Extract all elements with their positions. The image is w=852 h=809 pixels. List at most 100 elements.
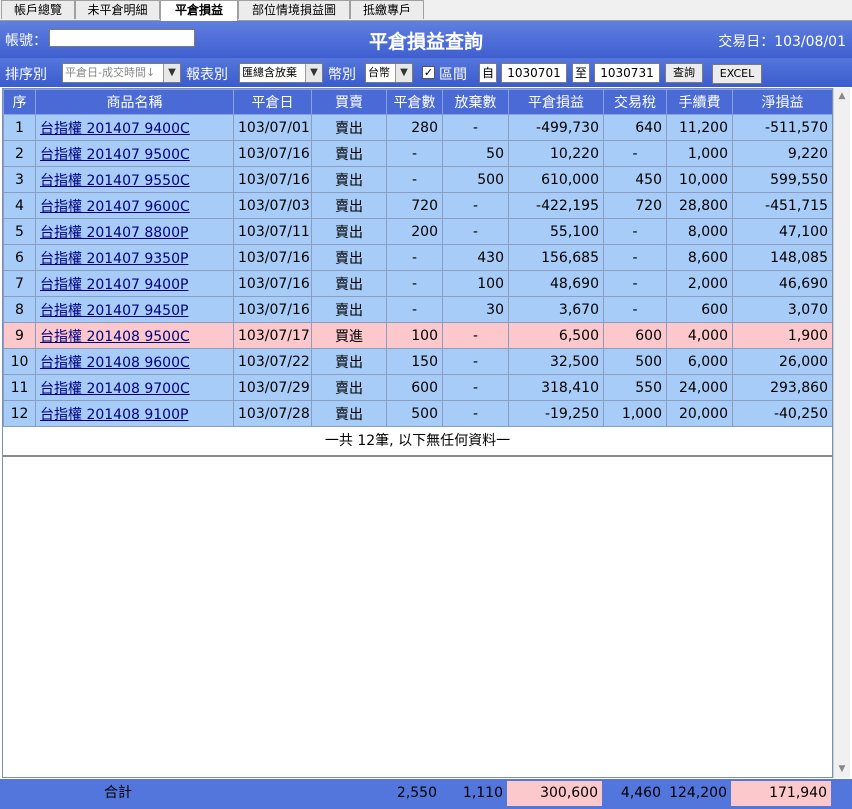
row-seq: 2 [3, 140, 36, 167]
tab-open-positions[interactable]: 未平倉明細 [75, 0, 160, 19]
row-close-qty: - [386, 140, 443, 167]
table-row[interactable]: 2 台指權 201407 9500C 103/07/16 賣出 -50 10,220-1,… [3, 140, 832, 167]
row-product-name[interactable]: 台指權 201407 9400P [35, 270, 234, 297]
table-row[interactable]: 1 台指權 201407 9400C 103/07/01 賣出 280- -499,730… [3, 114, 832, 141]
product-link[interactable]: 台指權 201407 9550C [40, 173, 190, 189]
total-close-pnl: 300,600 [507, 781, 602, 806]
table-row[interactable]: 12 台指權 201408 9100P 103/07/28 賣出 500- -19,250… [3, 400, 832, 427]
row-close-date: 103/07/16 [233, 296, 312, 323]
end-of-records-note: 一共 12筆, 以下無任何資料一 [3, 427, 832, 457]
col-side[interactable]: 買賣 [311, 89, 387, 115]
row-product-name[interactable]: 台指權 201408 9500C [35, 322, 234, 349]
row-product-name[interactable]: 台指權 201408 9600C [35, 348, 234, 375]
row-close-pnl: 55,100 [508, 218, 604, 245]
sort-select-value: 平倉日-成交時間↓ [65, 66, 156, 79]
from-label: 自 [479, 63, 497, 83]
chevron-down-icon: ▼ [395, 64, 412, 82]
row-close-qty: 720 [386, 192, 443, 219]
from-date-input[interactable]: 1030701 [501, 63, 567, 83]
report-select[interactable]: 匯總含放棄 ▼ [239, 63, 323, 83]
sort-select[interactable]: 平倉日-成交時間↓ ▼ [62, 63, 181, 83]
interval-label: 區間 [439, 67, 467, 83]
vertical-scrollbar[interactable]: ▲ ▼ [833, 88, 850, 778]
table-row[interactable]: 6 台指權 201407 9350P 103/07/16 賣出 -430 156,685-… [3, 244, 832, 271]
interval-checkbox[interactable]: ✓ [422, 66, 435, 79]
row-fee: 28,800 [666, 192, 733, 219]
total-tax: 4,460 [620, 785, 661, 801]
product-link[interactable]: 台指權 201407 9600C [40, 199, 190, 215]
col-close-qty[interactable]: 平倉數 [386, 89, 443, 115]
row-product-name[interactable]: 台指權 201407 9500C [35, 140, 234, 167]
table-row[interactable]: 4 台指權 201407 9600C 103/07/03 賣出 720- -422,195… [3, 192, 832, 219]
row-product-name[interactable]: 台指權 201407 9550C [35, 166, 234, 193]
table-row[interactable]: 8 台指權 201407 9450P 103/07/16 賣出 -30 3,670-600… [3, 296, 832, 323]
row-seq: 5 [3, 218, 36, 245]
row-tax: - [603, 244, 667, 271]
tab-position-scenario-chart[interactable]: 部位情境損益圖 [238, 0, 350, 19]
currency-select[interactable]: 台幣 ▼ [365, 63, 413, 83]
row-close-pnl: 3,670 [508, 296, 604, 323]
col-close-pnl[interactable]: 平倉損益 [508, 89, 604, 115]
row-seq: 3 [3, 166, 36, 193]
table-row[interactable]: 9 台指權 201408 9500C 103/07/17 買進 100-6,500 600… [3, 322, 832, 349]
row-product-name[interactable]: 台指權 201407 9450P [35, 296, 234, 323]
row-product-name[interactable]: 台指權 201407 9600C [35, 192, 234, 219]
to-label: 至 [572, 63, 590, 83]
row-product-name[interactable]: 台指權 201407 9400C [35, 114, 234, 141]
col-abandon-qty[interactable]: 放棄數 [442, 89, 509, 115]
col-close-date[interactable]: 平倉日 [233, 89, 312, 115]
tab-collateral-account[interactable]: 抵繳專戶 [350, 0, 424, 19]
tab-closed-pnl[interactable]: 平倉損益 [160, 0, 238, 21]
product-link[interactable]: 台指權 201408 9100P [40, 407, 188, 423]
totals-label: 合計 [104, 785, 132, 801]
col-net-pnl[interactable]: 淨損益 [732, 89, 832, 115]
table-row[interactable]: 11 台指權 201408 9700C 103/07/29 賣出 600-318,410… [3, 374, 832, 401]
row-close-qty: - [386, 166, 443, 193]
row-close-qty: 100 [386, 322, 443, 349]
product-link[interactable]: 台指權 201407 9500C [40, 147, 190, 163]
tab-account-overview[interactable]: 帳戶總覽 [1, 0, 75, 19]
currency-select-value: 台幣 [368, 66, 390, 79]
col-fee[interactable]: 手續費 [666, 89, 733, 115]
product-link[interactable]: 台指權 201408 9700C [40, 381, 190, 397]
row-product-name[interactable]: 台指權 201408 9700C [35, 374, 234, 401]
table-row[interactable]: 5 台指權 201407 8800P 103/07/11 賣出 200-55,100-8… [3, 218, 832, 245]
product-link[interactable]: 台指權 201407 9350P [40, 251, 188, 267]
row-close-qty: 500 [386, 400, 443, 427]
title-bar: 帳號： 平倉損益查詢 交易日：103/08/01 [0, 21, 852, 58]
row-abandon-qty: - [442, 322, 509, 349]
product-link[interactable]: 台指權 201408 9500C [40, 329, 190, 345]
table-row[interactable]: 10 台指權 201408 9600C 103/07/22 賣出 150-32,500 5… [3, 348, 832, 375]
scroll-up-icon[interactable]: ▲ [834, 88, 850, 105]
table-row[interactable]: 3 台指權 201407 9550C 103/07/16 賣出 -500 610,000 4… [3, 166, 832, 193]
product-link[interactable]: 台指權 201407 9400C [40, 121, 190, 137]
row-side: 賣出 [311, 296, 387, 323]
row-net-pnl: 26,000 [732, 348, 832, 375]
col-product-name[interactable]: 商品名稱 [35, 89, 234, 115]
report-label: 報表別 [186, 67, 228, 83]
row-close-pnl: -499,730 [508, 114, 604, 141]
query-button[interactable]: 查詢 [665, 63, 703, 83]
row-product-name[interactable]: 台指權 201407 8800P [35, 218, 234, 245]
product-link[interactable]: 台指權 201407 9400P [40, 277, 188, 293]
total-net-pnl: 171,940 [731, 781, 831, 806]
row-product-name[interactable]: 台指權 201408 9100P [35, 400, 234, 427]
row-close-pnl: -422,195 [508, 192, 604, 219]
row-side: 賣出 [311, 218, 387, 245]
product-link[interactable]: 台指權 201407 8800P [40, 225, 188, 241]
col-tax[interactable]: 交易稅 [603, 89, 667, 115]
table-row[interactable]: 7 台指權 201407 9400P 103/07/16 賣出 -100 48,690-2… [3, 270, 832, 297]
excel-button[interactable]: EXCEL [712, 64, 762, 84]
row-net-pnl: 3,070 [732, 296, 832, 323]
row-fee: 8,600 [666, 244, 733, 271]
to-date-input[interactable]: 1030731 [594, 63, 660, 83]
product-link[interactable]: 台指權 201408 9600C [40, 355, 190, 371]
product-link[interactable]: 台指權 201407 9450P [40, 303, 188, 319]
row-product-name[interactable]: 台指權 201407 9350P [35, 244, 234, 271]
row-close-pnl: 48,690 [508, 270, 604, 297]
row-side: 賣出 [311, 166, 387, 193]
row-close-qty: - [386, 244, 443, 271]
scroll-down-icon[interactable]: ▼ [834, 761, 850, 778]
col-seq[interactable]: 序 [3, 89, 36, 115]
report-select-value: 匯總含放棄 [242, 66, 297, 79]
